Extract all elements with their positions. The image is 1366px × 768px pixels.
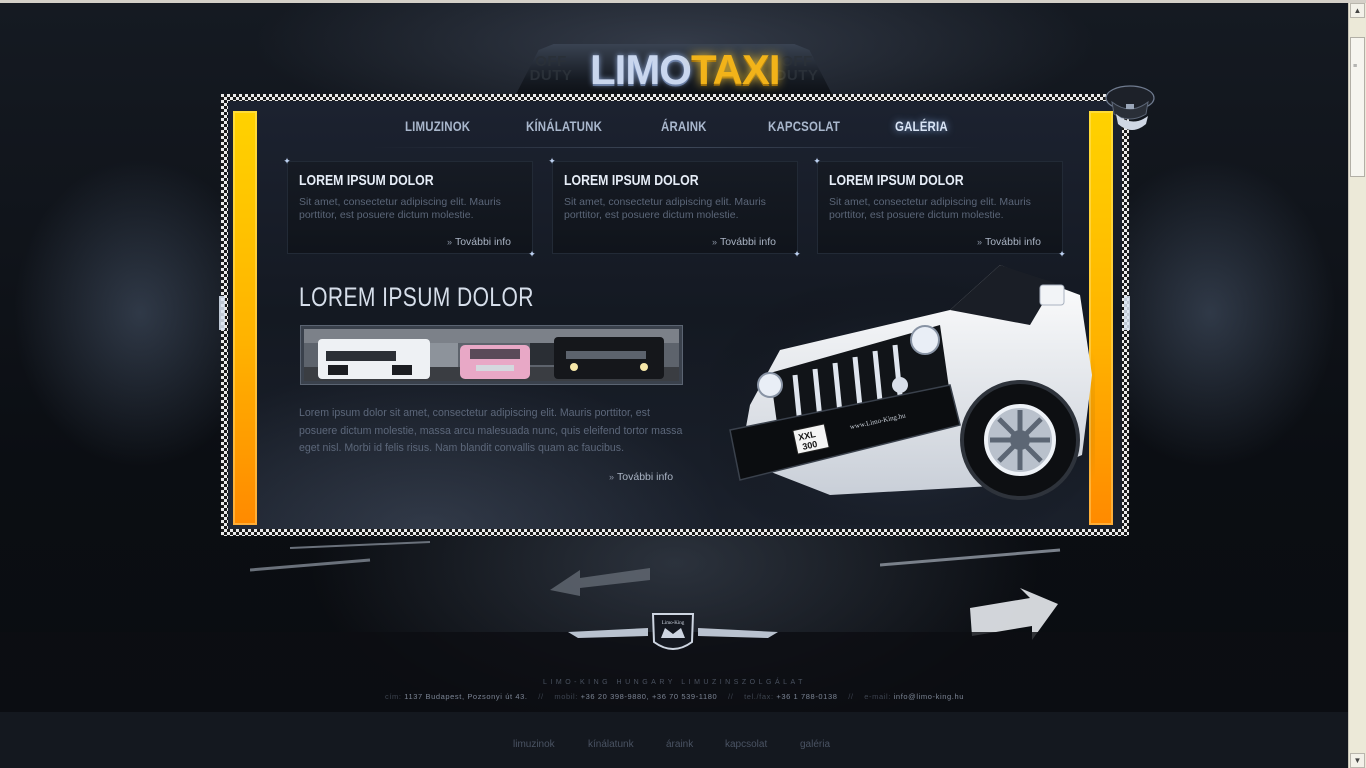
article-photo-frame <box>300 325 683 385</box>
separator: // <box>848 692 854 701</box>
nav-item-araink[interactable]: ÁRAINK <box>661 118 707 134</box>
email-link[interactable]: info@limo-king.hu <box>894 692 964 701</box>
mobile-value: +36 20 398-9880, +36 70 539-1180 <box>580 692 718 701</box>
logo-taxi: TAXI <box>690 46 781 93</box>
separator: // <box>538 692 544 701</box>
white-hummer-limousine-image: XXL 300 www.Limo-King.hu <box>710 255 1095 525</box>
info-box-1: LOREM IPSUM DOLOR Sit amet, consectetur … <box>287 161 533 254</box>
footer-contact-line: cím: 1137 Budapest, Pozsonyi út 43. // m… <box>0 692 1349 701</box>
road-marking-lines-right <box>880 548 1061 567</box>
tel-value: +36 1 788-0138 <box>776 692 838 701</box>
info-box-2: LOREM IPSUM DOLOR Sit amet, consectetur … <box>552 161 798 254</box>
scroll-up-arrow-icon[interactable]: ▲ <box>1350 3 1365 18</box>
off-duty-sign-left: OFF DUTY <box>529 53 573 84</box>
nav-item-limuzinok[interactable]: LIMUZINOK <box>405 118 470 134</box>
nav-item-kapcsolat[interactable]: KAPCSOLAT <box>768 118 840 134</box>
footer-company-name: Limo-King Hungary limuzinszolgálat <box>543 679 806 686</box>
limousine-fleet-photo <box>304 329 679 381</box>
info-box-title: LOREM IPSUM DOLOR <box>829 172 964 189</box>
road-arrow-left <box>550 568 650 596</box>
info-box-3: LOREM IPSUM DOLOR Sit amet, consectetur … <box>817 161 1063 254</box>
double-chevron-right-icon: » <box>609 472 615 482</box>
email-label: e-mail: <box>864 692 891 701</box>
more-info-label: További info <box>984 236 1041 248</box>
vertical-scrollbar[interactable]: ▲ ≡ ▼ <box>1348 3 1366 768</box>
side-tab-left <box>219 296 225 330</box>
article-more-info-link[interactable]: » További info <box>609 471 673 483</box>
more-info-label: További info <box>454 236 511 248</box>
address-value: 1137 Budapest, Pozsonyi út 43. <box>404 692 528 701</box>
road-marking-lines <box>250 541 431 572</box>
bottom-nav-kinalatunk[interactable]: kínálatunk <box>588 739 634 750</box>
yellow-side-bar-left <box>233 111 257 525</box>
emblem-text: Limo-King <box>662 621 685 626</box>
bottom-nav-limuzinok[interactable]: limuzinok <box>513 739 555 750</box>
info-box-title: LOREM IPSUM DOLOR <box>299 172 434 189</box>
bottom-nav-galeria[interactable]: galéria <box>800 739 830 750</box>
scroll-down-arrow-icon[interactable]: ▼ <box>1350 753 1365 768</box>
nav-divider <box>372 147 982 148</box>
main-nav: LIMUZINOK KÍNÁLATUNK ÁRAINK KAPCSOLAT GA… <box>0 118 1349 140</box>
article-title: LOREM IPSUM DOLOR <box>299 282 534 312</box>
more-info-link[interactable]: » További info <box>447 236 511 248</box>
nav-item-kinalatunk[interactable]: KÍNÁLATUNK <box>526 118 602 134</box>
more-info-link[interactable]: » További info <box>712 236 776 248</box>
double-chevron-right-icon: » <box>711 237 717 247</box>
side-tab-right <box>1124 296 1130 330</box>
nav-item-galeria[interactable]: GALÉRIA <box>895 118 948 134</box>
sparkle-icon: ✦ <box>283 156 291 166</box>
scrollbar-grip-icon: ≡ <box>1353 63 1358 70</box>
info-box-text: Sit amet, consectetur adipiscing elit. M… <box>829 196 1031 221</box>
bottom-nav-kapcsolat[interactable]: kapcsolat <box>725 739 767 750</box>
info-box-title: LOREM IPSUM DOLOR <box>564 172 699 189</box>
bottom-nav-araink[interactable]: áraink <box>666 739 693 750</box>
sparkle-icon: ✦ <box>528 249 536 259</box>
more-info-link[interactable]: » További info <box>977 236 1041 248</box>
info-box-text: Sit amet, consectetur adipiscing elit. M… <box>564 196 766 221</box>
mobile-label: mobil: <box>554 692 578 701</box>
more-info-label: További info <box>617 471 674 483</box>
tel-label: tel./fax: <box>744 692 774 701</box>
logo[interactable]: LIMOTAXI <box>590 46 781 93</box>
article-text: Lorem ipsum dolor sit amet, consectetur … <box>299 407 683 454</box>
double-chevron-right-icon: » <box>976 237 982 247</box>
sparkle-icon: ✦ <box>548 156 556 166</box>
off-duty-sign-right: OFF DUTY <box>775 53 819 84</box>
double-chevron-right-icon: » <box>446 237 452 247</box>
limo-king-emblem-icon: Limo-King <box>568 613 778 650</box>
separator: // <box>728 692 734 701</box>
scrollbar-thumb[interactable] <box>1350 37 1365 177</box>
more-info-label: További info <box>719 236 776 248</box>
info-box-text: Sit amet, consectetur adipiscing elit. M… <box>299 196 501 221</box>
address-label: cím: <box>384 692 402 701</box>
sparkle-icon: ✦ <box>813 156 821 166</box>
logo-limo: LIMO <box>590 46 692 93</box>
